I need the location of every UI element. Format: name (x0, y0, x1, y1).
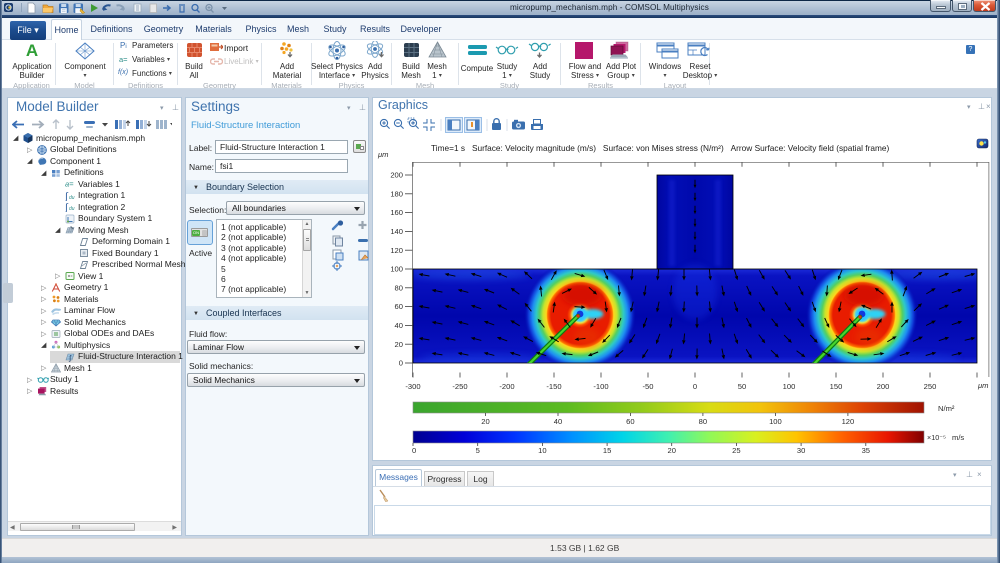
svg-text:60: 60 (626, 417, 634, 426)
svg-text:a=: a= (65, 180, 74, 189)
svg-text:5: 5 (476, 446, 480, 455)
svg-text:35: 35 (862, 446, 870, 455)
svg-text:-50: -50 (643, 382, 654, 391)
svg-text:0: 0 (412, 446, 416, 455)
svg-text:80: 80 (699, 417, 707, 426)
svg-text:200: 200 (877, 382, 890, 391)
svg-text:-150: -150 (546, 382, 561, 391)
svg-text:100: 100 (783, 382, 796, 391)
svg-text:μm: μm (377, 150, 389, 159)
svg-text:60: 60 (395, 302, 403, 311)
svg-text:N/m²: N/m² (938, 404, 955, 413)
svg-text:180: 180 (390, 189, 403, 198)
svg-text:40: 40 (395, 321, 403, 330)
svg-text:120: 120 (390, 246, 403, 255)
svg-text:150: 150 (830, 382, 843, 391)
svg-text:du: du (69, 195, 75, 201)
svg-text:-300: -300 (405, 382, 420, 391)
svg-text:30: 30 (797, 446, 805, 455)
svg-text:×10⁻⁵: ×10⁻⁵ (927, 433, 946, 442)
svg-text:50: 50 (738, 382, 746, 391)
svg-text:80: 80 (395, 283, 403, 292)
svg-text:0: 0 (399, 359, 403, 368)
svg-text:100: 100 (769, 417, 782, 426)
svg-text:25: 25 (732, 446, 740, 455)
svg-text:μm: μm (977, 381, 989, 390)
svg-text:120: 120 (842, 417, 855, 426)
svg-text:-250: -250 (452, 382, 467, 391)
svg-text:Time=1 s Surface: Velocity m: Time=1 s Surface: Velocity magnitude (m/… (431, 143, 889, 153)
svg-text:20: 20 (667, 446, 675, 455)
svg-text:200: 200 (390, 171, 403, 180)
svg-text:250: 250 (924, 382, 937, 391)
svg-text:140: 140 (390, 227, 403, 236)
svg-text:10: 10 (538, 446, 546, 455)
svg-text:40: 40 (554, 417, 562, 426)
svg-text:du: du (69, 206, 75, 212)
svg-text:20: 20 (395, 340, 403, 349)
svg-text:-200: -200 (499, 382, 514, 391)
svg-text:100: 100 (390, 265, 403, 274)
svg-text:0: 0 (693, 382, 697, 391)
svg-text:20: 20 (481, 417, 489, 426)
svg-text:15: 15 (603, 446, 611, 455)
svg-text:-100: -100 (593, 382, 608, 391)
svg-text:160: 160 (390, 208, 403, 217)
svg-text:m/s: m/s (952, 433, 964, 442)
